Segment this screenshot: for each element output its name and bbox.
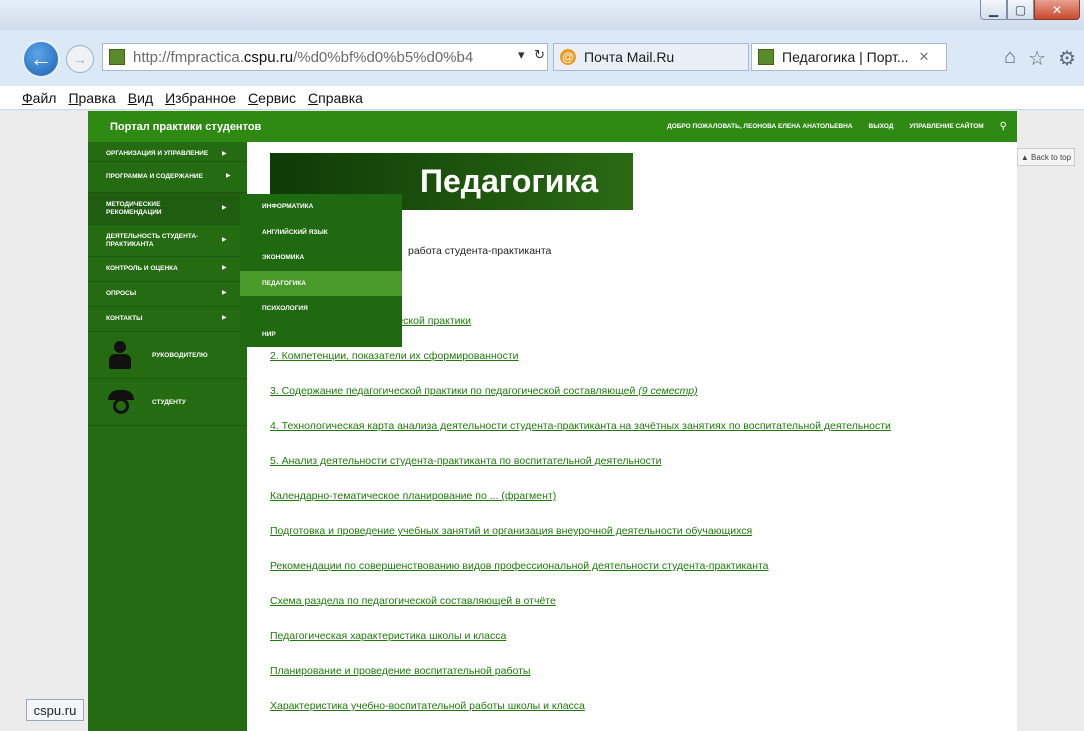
tab-close-icon[interactable]: ✕ xyxy=(919,49,930,65)
sidebar: ОРГАНИЗАЦИЯ И УПРАВЛЕНИЕ ▶ ПРОГРАММА И СО… xyxy=(88,142,247,731)
forward-button[interactable]: → xyxy=(66,45,94,73)
doc-link-10[interactable]: Педагогическая характеристика школы и кл… xyxy=(270,630,1017,665)
doc-link-4[interactable]: 4. Технологическая карта анализа деятель… xyxy=(270,420,1017,455)
refresh-icon[interactable]: ↻ xyxy=(534,47,545,62)
sidebar-item-label: ОПРОСЫ xyxy=(106,290,137,298)
status-url-chip: cspu.ru xyxy=(26,699,84,721)
forward-arrow-icon: → xyxy=(73,51,87,67)
dropdown-arrow-icon[interactable]: ▾ xyxy=(518,47,525,62)
sidebar-item-label: ПРОГРАММА И СОДЕРЖАНИЕ xyxy=(106,173,203,181)
address-domain: cspu.ru xyxy=(243,48,294,66)
role-label: РУКОВОДИТЕЛЮ xyxy=(152,351,208,359)
role-label: СТУДЕНТУ xyxy=(152,398,186,406)
chevron-right-icon: ▶ xyxy=(222,236,227,243)
maximize-button[interactable]: ▢ xyxy=(1007,0,1034,20)
address-prefix: http://fmpractica. xyxy=(133,48,244,66)
tab-label: Педагогика | Порт... xyxy=(782,49,909,65)
sidebar-item-organization[interactable]: ОРГАНИЗАЦИЯ И УПРАВЛЕНИЕ ▶ xyxy=(88,142,247,162)
sidebar-item-methods[interactable]: МЕТОДИЧЕСКИЕ РЕКОМЕНДАЦИИ ▶ xyxy=(88,193,247,225)
sidebar-item-control[interactable]: КОНТРОЛЬ И ОЦЕНКА ▶ xyxy=(88,257,247,282)
tab-label: Почта Mail.Ru xyxy=(584,49,675,65)
window-controls: ▁ ▢ ✕ xyxy=(980,0,1080,20)
doc-link-5[interactable]: 5. Анализ деятельности студента-практика… xyxy=(270,455,1017,490)
doc-link-12[interactable]: Характеристика учебно-воспитательной раб… xyxy=(270,700,1017,731)
sidebar-item-student-activity[interactable]: ДЕЯТЕЛЬНОСТЬ СТУДЕНТА-ПРАКТИКАНТА ▶ xyxy=(88,225,247,257)
doc-link-11[interactable]: Планирование и проведение воспитательной… xyxy=(270,665,1017,700)
close-window-button[interactable]: ✕ xyxy=(1034,0,1080,20)
student-cap-icon xyxy=(108,388,134,416)
welcome-user-link[interactable]: ДОБРО ПОЖАЛОВАТЬ, ЛЕОНОВА ЕЛЕНА АНАТОЛЬЕ… xyxy=(667,123,852,130)
menu-tools[interactable]: Сервис xyxy=(248,90,296,106)
person-icon xyxy=(108,341,132,369)
address-controls: ▾ ↻ xyxy=(512,47,545,63)
submenu-item-research[interactable]: НИР xyxy=(240,322,402,348)
favorites-star-icon[interactable]: ☆ xyxy=(1028,46,1046,71)
address-suffix: /%d0%bf%d0%b5%d0%b4 xyxy=(293,48,474,66)
submenu-item-economics[interactable]: ЭКОНОМИКА xyxy=(240,245,402,271)
site-title[interactable]: Портал практики студентов xyxy=(88,121,388,133)
home-icon[interactable]: ⌂ xyxy=(1004,46,1016,71)
sidebar-item-contacts[interactable]: КОНТАКТЫ ▶ xyxy=(88,307,247,332)
address-bar[interactable]: http://fmpractica. cspu.ru/%d0%bf%d0%b5%d… xyxy=(102,43,548,71)
browser-navbar: ← → http://fmpractica. cspu.ru/%d0%bf%d0%… xyxy=(0,20,1084,86)
back-to-top-button[interactable]: ▲ Back to top xyxy=(1017,148,1075,166)
top-links: ДОБРО ПОЖАЛОВАТЬ, ЛЕОНОВА ЕЛЕНА АНАТОЛЬЕ… xyxy=(667,111,1007,142)
sidebar-role-supervisor[interactable]: РУКОВОДИТЕЛЮ xyxy=(88,332,247,379)
site-admin-link[interactable]: УПРАВЛЕНИЕ САЙТОМ xyxy=(909,123,983,130)
logout-link[interactable]: ВЫХОД xyxy=(869,123,894,130)
site-header: Портал практики студентов ДОБРО ПОЖАЛОВА… xyxy=(88,111,1017,142)
sidebar-item-label: МЕТОДИЧЕСКИЕ РЕКОМЕНДАЦИИ xyxy=(106,200,162,216)
submenu-item-informatics[interactable]: ИНФОРМАТИКА xyxy=(240,194,402,220)
submenu-item-pedagogy[interactable]: ПЕДАГОГИКА xyxy=(240,270,402,296)
menu-favorites[interactable]: Избранное xyxy=(165,90,236,106)
chevron-right-icon: ▶ xyxy=(222,204,227,211)
right-gutter xyxy=(1017,111,1084,731)
menu-file[interactable]: Файл xyxy=(22,90,56,106)
sidebar-item-label: ОРГАНИЗАЦИЯ И УПРАВЛЕНИЕ xyxy=(106,150,209,158)
chevron-right-icon: ▶ xyxy=(222,265,227,272)
chevron-right-icon: ▶ xyxy=(222,315,227,322)
document-links: ической практики 2. Компетенции, показат… xyxy=(270,315,1017,731)
left-gutter xyxy=(0,111,88,731)
doc-link-7[interactable]: Подготовка и проведение учебных занятий … xyxy=(270,525,1017,560)
page-title: Педагогика xyxy=(420,163,599,199)
browser-tool-icons: ⌂ ☆ ⚙ xyxy=(1004,46,1076,71)
methods-submenu: ИНФОРМАТИКА АНГЛИЙСКИЙ ЯЗЫК ЭКОНОМИКА ПЕ… xyxy=(240,194,402,347)
doc-link-6[interactable]: Календарно-тематическое планирование по … xyxy=(270,490,1017,525)
web-page: Портал практики студентов ДОБРО ПОЖАЛОВА… xyxy=(88,111,1017,731)
doc-link-3-semester: (9 семестр) xyxy=(638,385,698,397)
back-button[interactable]: ← xyxy=(22,40,60,78)
sidebar-item-label: ДЕЯТЕЛЬНОСТЬ СТУДЕНТА-ПРАКТИКАНТА xyxy=(106,232,199,248)
site-icon xyxy=(758,49,774,65)
tab-pedagogika[interactable]: Педагогика | Порт... ✕ xyxy=(751,43,947,71)
submenu-item-english[interactable]: АНГЛИЙСКИЙ ЯЗЫК xyxy=(240,220,402,246)
intro-text: работа студента-практиканта xyxy=(408,245,552,257)
chevron-right-icon: ▶ xyxy=(222,290,227,297)
page-viewport: ▲ Back to top cspu.ru Портал практики ст… xyxy=(0,111,1084,731)
search-icon[interactable]: ⚲ xyxy=(1000,121,1007,132)
settings-gear-icon[interactable]: ⚙ xyxy=(1058,46,1076,71)
tab-mail[interactable]: @ Почта Mail.Ru xyxy=(553,43,749,71)
minimize-button[interactable]: ▁ xyxy=(980,0,1007,20)
browser-menubar: Файл Правка Вид Избранное Сервис Справка xyxy=(0,86,1084,110)
sidebar-item-label: КОНТРОЛЬ И ОЦЕНКА xyxy=(106,265,178,273)
doc-link-9[interactable]: Схема раздела по педагогической составля… xyxy=(270,595,1017,630)
chevron-right-icon: ▶ xyxy=(226,173,231,180)
menu-edit[interactable]: Правка xyxy=(68,90,115,106)
doc-link-8[interactable]: Рекомендации по совершенствованию видов … xyxy=(270,560,1017,595)
sidebar-item-surveys[interactable]: ОПРОСЫ ▶ xyxy=(88,282,247,307)
sidebar-role-student[interactable]: СТУДЕНТУ xyxy=(88,379,247,426)
menu-help[interactable]: Справка xyxy=(308,90,363,106)
doc-link-3[interactable]: 3. Содержание педагогической практики по… xyxy=(270,385,1017,420)
back-arrow-icon: ← xyxy=(30,46,52,71)
sidebar-item-label: КОНТАКТЫ xyxy=(106,315,143,323)
chevron-right-icon: ▶ xyxy=(222,150,227,157)
menu-view[interactable]: Вид xyxy=(128,90,153,106)
doc-link-3-text: 3. Содержание педагогической практики по… xyxy=(270,385,636,397)
sidebar-item-program[interactable]: ПРОГРАММА И СОДЕРЖАНИЕ ▶ xyxy=(88,162,247,193)
site-favicon-icon xyxy=(109,49,125,65)
doc-link-2[interactable]: 2. Компетенции, показатели их сформирова… xyxy=(270,350,1017,385)
submenu-item-psychology[interactable]: ПСИХОЛОГИЯ xyxy=(240,296,402,322)
mail-icon: @ xyxy=(560,49,576,65)
